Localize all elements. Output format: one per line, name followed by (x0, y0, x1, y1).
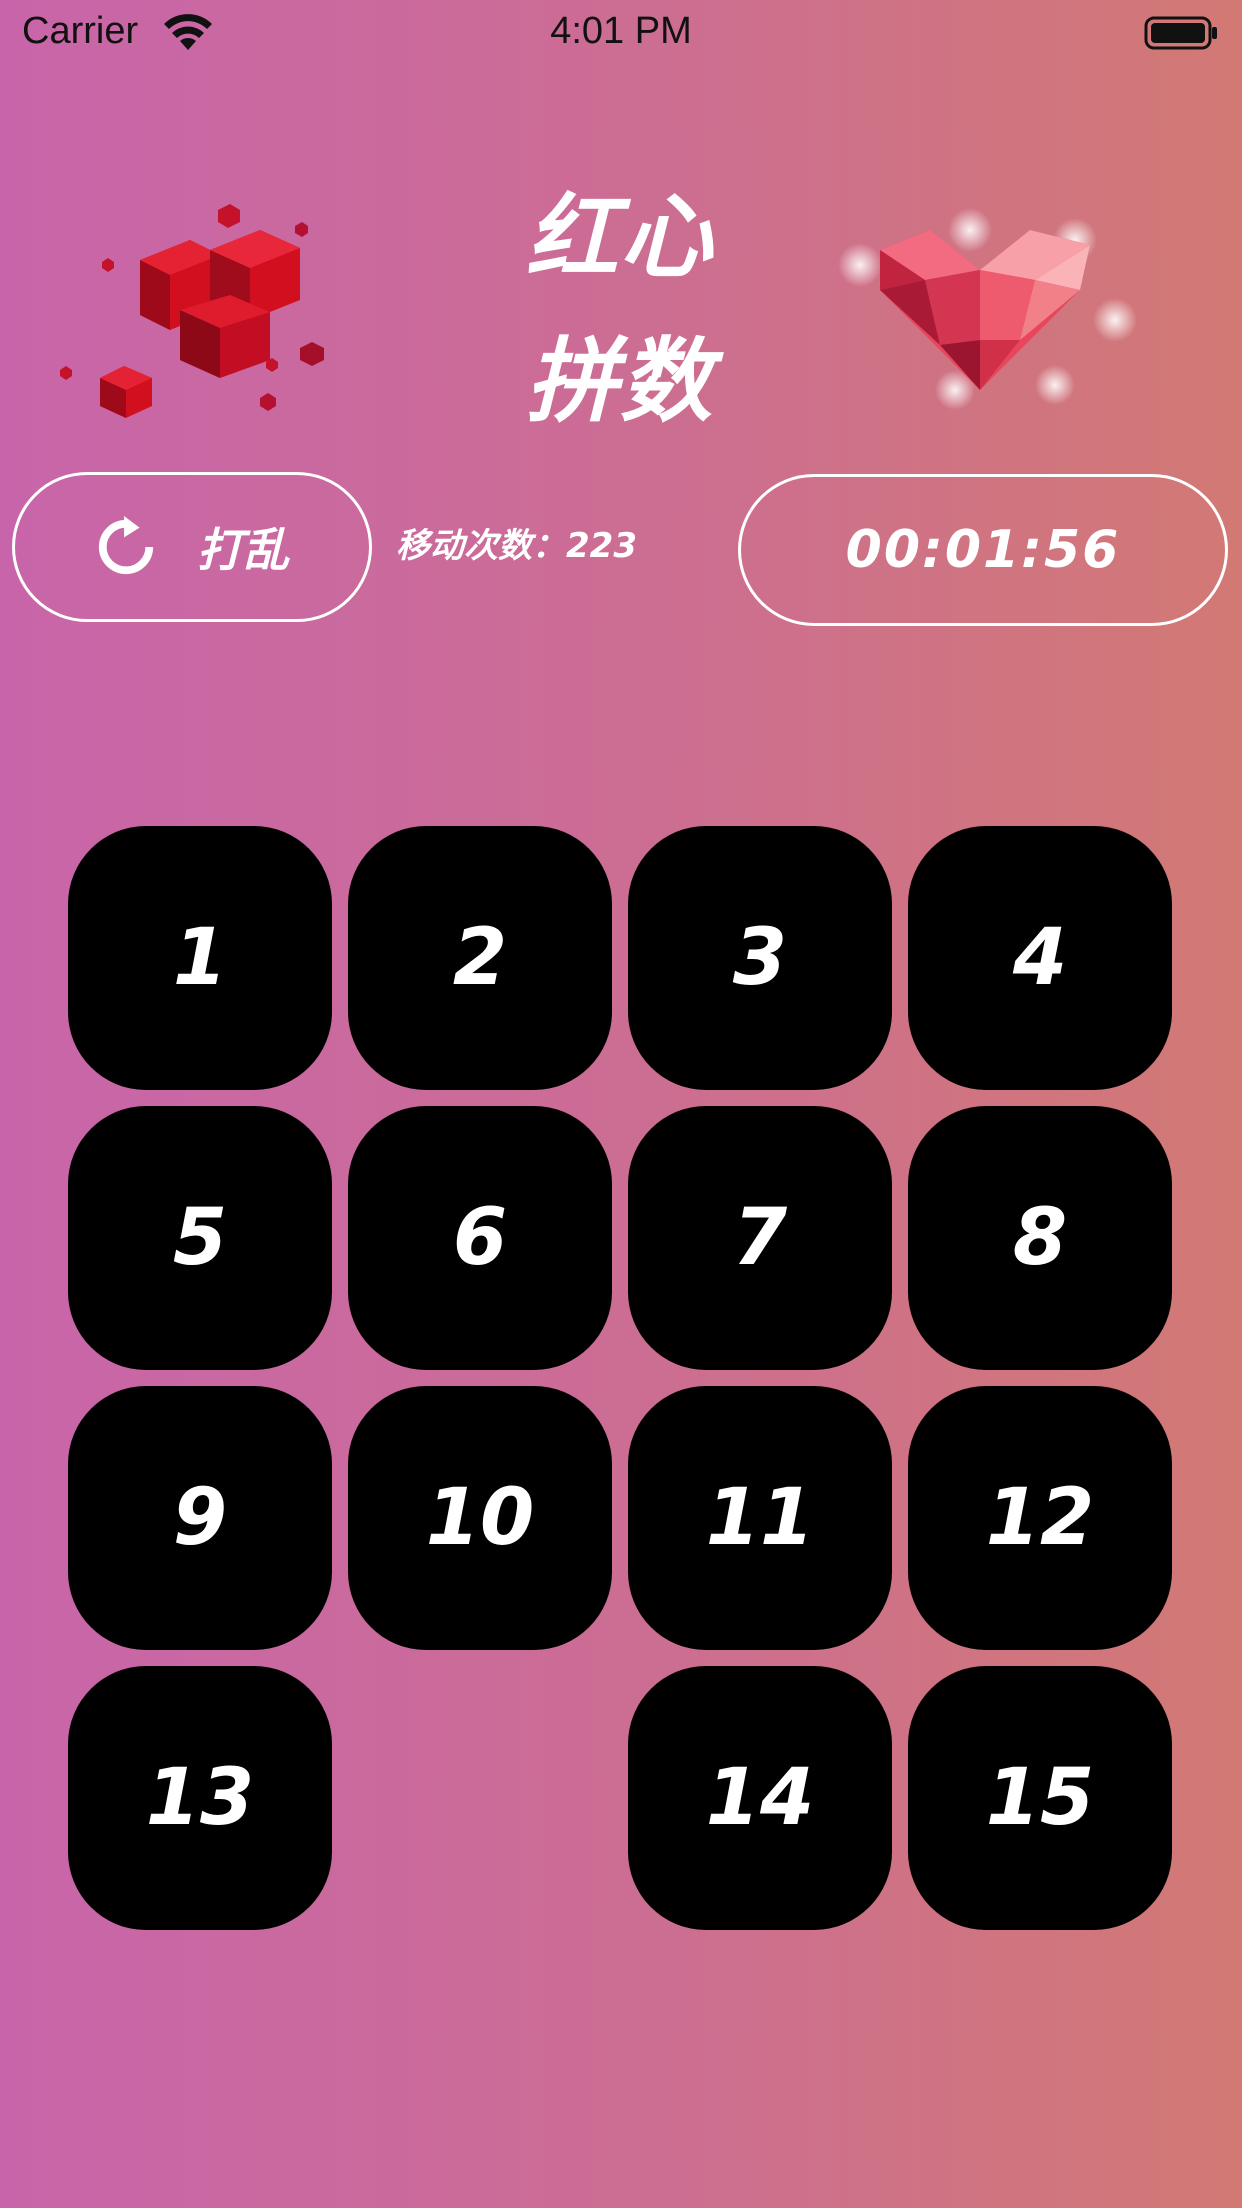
tile[interactable]: 14 (628, 1666, 892, 1930)
tile[interactable]: 13 (68, 1666, 332, 1930)
move-count-label: 移动次数：223 (396, 526, 637, 566)
red-cubes-image (60, 204, 324, 418)
tile[interactable]: 9 (68, 1386, 332, 1650)
shuffle-button[interactable]: 打乱 (12, 472, 372, 622)
tile[interactable]: 7 (628, 1106, 892, 1370)
refresh-icon (98, 516, 154, 575)
status-bar: Carrier 4:01 PM (0, 0, 1242, 66)
tile[interactable]: 2 (348, 826, 612, 1090)
tile[interactable]: 1 (68, 826, 332, 1090)
tile[interactable]: 10 (348, 1386, 612, 1650)
tile[interactable]: 12 (908, 1386, 1172, 1650)
timer-text: 00:01:56 (845, 520, 1121, 580)
crystal-heart-image (838, 208, 1137, 410)
tile[interactable]: 11 (628, 1386, 892, 1650)
tile[interactable]: 5 (68, 1106, 332, 1370)
empty-slot[interactable] (348, 1666, 612, 1930)
puzzle-board: 1 2 3 4 5 6 7 8 9 10 11 12 13 14 15 (68, 826, 1174, 1930)
tile[interactable]: 6 (348, 1106, 612, 1370)
page-title-line2: 拼数 (525, 328, 714, 435)
battery-icon (1144, 16, 1217, 50)
tile[interactable]: 4 (908, 826, 1172, 1090)
shuffle-label: 打乱 (197, 523, 289, 577)
tile[interactable]: 3 (628, 826, 892, 1090)
page-title-line1: 红心 (525, 184, 714, 291)
status-time: 4:01 PM (550, 10, 692, 52)
tile[interactable]: 15 (908, 1666, 1172, 1930)
tile[interactable]: 8 (908, 1106, 1172, 1370)
timer-display: 00:01:56 (738, 474, 1228, 626)
